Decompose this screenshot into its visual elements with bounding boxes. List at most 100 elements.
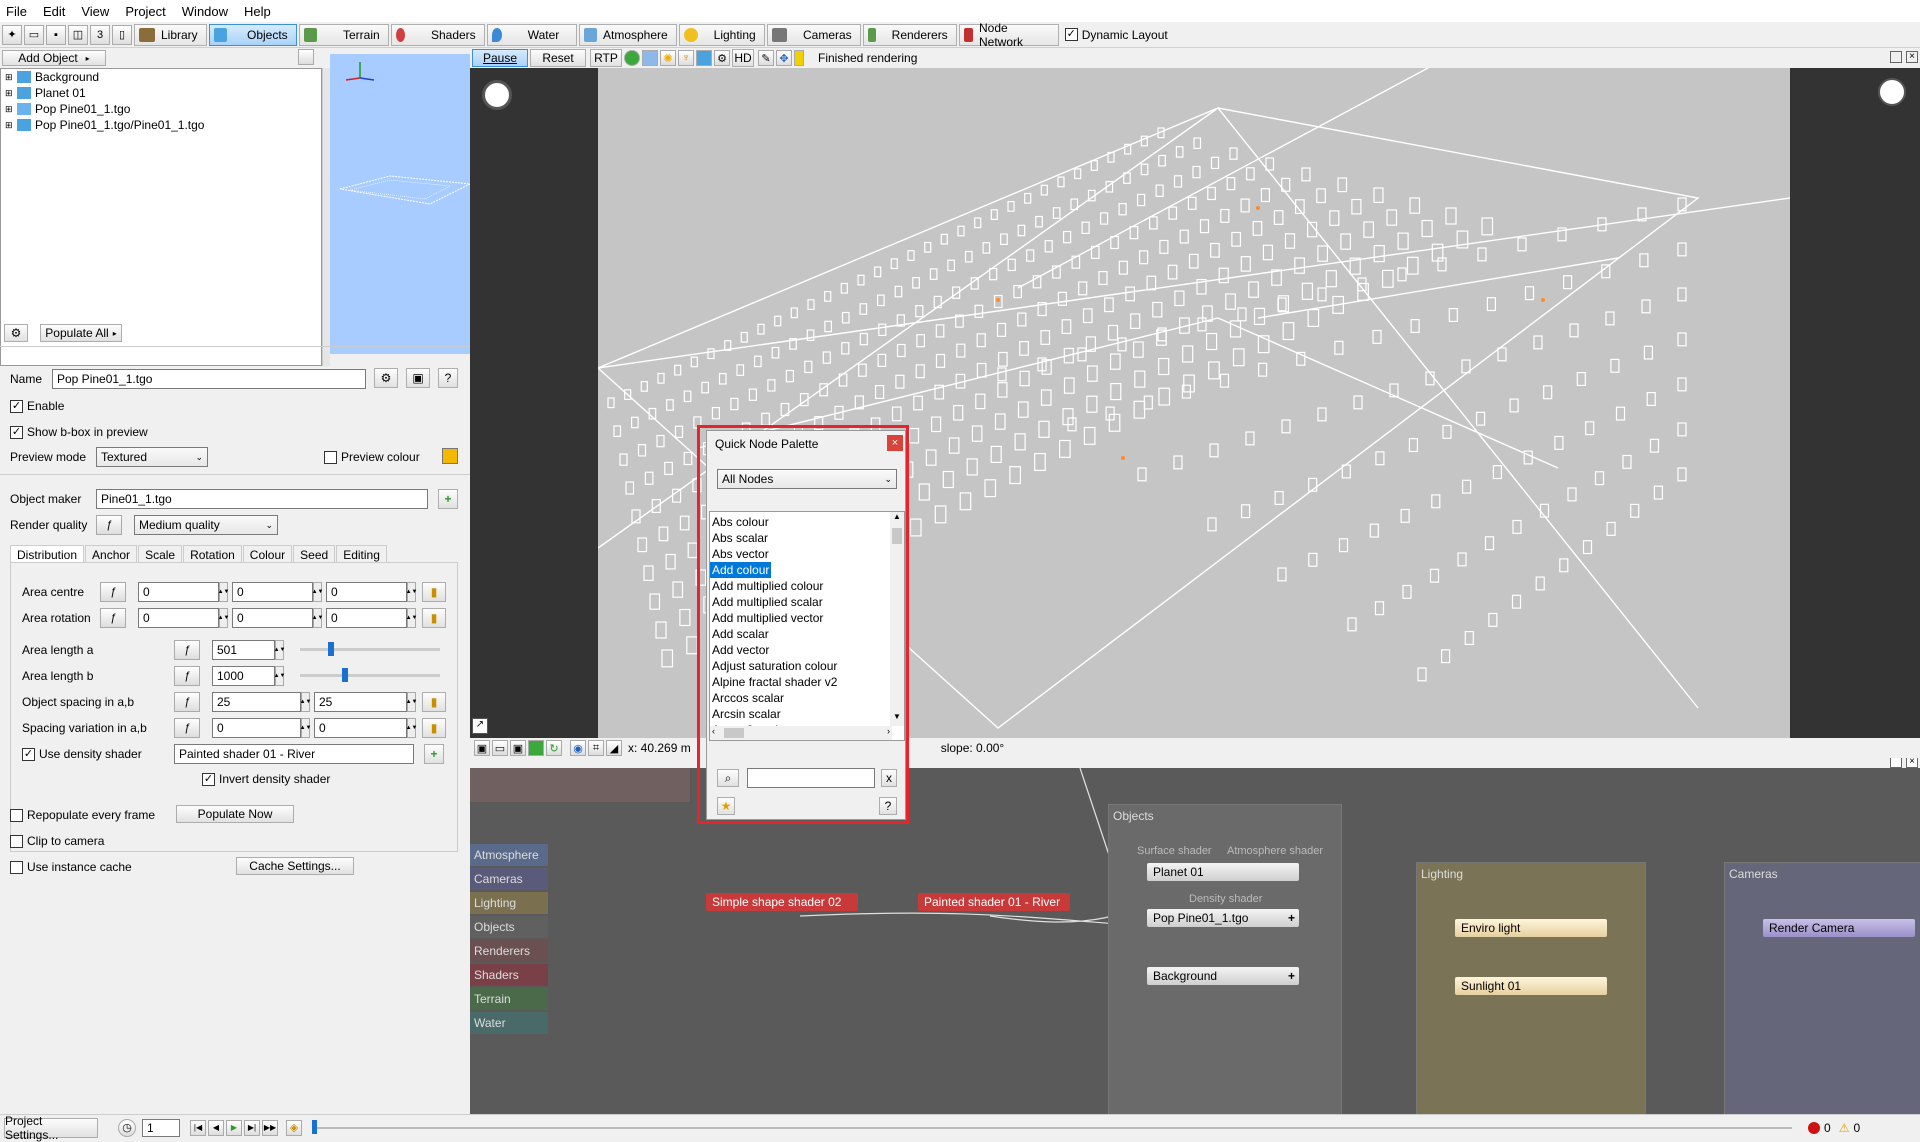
- next-frame-icon[interactable]: ▶|: [244, 1119, 260, 1136]
- clock-icon[interactable]: ◷: [118, 1118, 136, 1137]
- dynamic-layout-checkbox[interactable]: ✓: [1064, 28, 1078, 41]
- render-3d-icon[interactable]: 3: [90, 24, 110, 45]
- close-icon[interactable]: ×: [1906, 51, 1918, 63]
- function-icon[interactable]: ƒ: [174, 666, 200, 686]
- cache-settings-button[interactable]: Cache Settings...: [236, 857, 354, 875]
- add-icon[interactable]: +: [438, 489, 458, 509]
- menu-help[interactable]: Help: [244, 4, 271, 19]
- invert-density-checkbox[interactable]: ✓: [202, 772, 215, 786]
- area-length-a-slider[interactable]: [300, 648, 440, 651]
- view-icon[interactable]: ▣: [406, 368, 430, 388]
- function-icon[interactable]: ƒ: [100, 582, 126, 602]
- tree-item-background[interactable]: ⊞ Background: [1, 69, 321, 85]
- crop-icon[interactable]: ⌗: [588, 740, 604, 756]
- tree-item-planet[interactable]: ⊞ Planet 01: [1, 85, 321, 101]
- tab-atmosphere[interactable]: Atmosphere: [578, 23, 677, 46]
- brush-icon[interactable]: ✎: [758, 50, 774, 66]
- function-icon[interactable]: ƒ: [100, 608, 126, 628]
- splitter[interactable]: [322, 68, 330, 366]
- area-centre-z[interactable]: 0 ▲▼: [326, 582, 417, 602]
- tab-shaders[interactable]: Shaders: [390, 23, 485, 46]
- node-network-panel[interactable]: × Atmosphere Cameras Lighting Objects Re…: [470, 758, 1920, 1114]
- show-bbox-checkbox[interactable]: ✓: [10, 425, 23, 439]
- slider-handle[interactable]: [328, 642, 334, 656]
- tab-lighting[interactable]: Lighting: [678, 23, 765, 46]
- add-icon[interactable]: +: [424, 744, 444, 764]
- area-rotation-y[interactable]: 0 ▲▼: [232, 608, 323, 628]
- tab-terrain[interactable]: Terrain: [298, 23, 389, 46]
- use-density-checkbox[interactable]: ✓: [22, 747, 35, 761]
- area-length-b-field[interactable]: 1000 ▲▼: [212, 666, 285, 686]
- populate-now-button[interactable]: Populate Now: [176, 805, 294, 823]
- lock-icon[interactable]: ▮: [422, 692, 446, 712]
- variation-a-field[interactable]: 0 ▲▼: [212, 718, 311, 738]
- last-frame-icon[interactable]: ▶▶: [262, 1119, 278, 1136]
- timeline-slider[interactable]: [312, 1119, 1792, 1134]
- frame-input[interactable]: 1: [142, 1118, 180, 1137]
- sphere-icon[interactable]: [624, 50, 640, 66]
- render-viewport[interactable]: ↗: [470, 68, 1920, 738]
- tab-cameras[interactable]: Cameras: [766, 23, 861, 46]
- function-icon[interactable]: ƒ: [174, 640, 200, 660]
- warning-icon[interactable]: ⚠: [1839, 1121, 1850, 1135]
- area-rotation-x[interactable]: 0 ▲▼: [138, 608, 229, 628]
- dynamic-layout-toggle[interactable]: ✓ Dynamic Layout: [1064, 28, 1168, 42]
- lighting-preview-icon[interactable]: ♆: [678, 50, 694, 66]
- save-icon[interactable]: ▪: [46, 24, 66, 45]
- slope-icon[interactable]: ◢: [606, 740, 622, 756]
- terrain-preview-icon[interactable]: [642, 50, 658, 66]
- tree-item-pop-pine[interactable]: ⊞ Pop Pine01_1.tgo: [1, 101, 321, 117]
- menu-view[interactable]: View: [81, 4, 109, 19]
- tab-library[interactable]: Library: [134, 23, 207, 46]
- function-icon[interactable]: ƒ: [174, 718, 200, 738]
- instance-cache-row[interactable]: Use instance cache: [10, 860, 132, 874]
- render-quality-select[interactable]: Medium quality ⌄: [134, 515, 278, 535]
- split-view-icon[interactable]: ▯: [112, 24, 132, 45]
- tab-node-network[interactable]: Node Network: [958, 21, 1059, 49]
- node-background[interactable]: Background +: [1147, 967, 1299, 985]
- preview-colour-row[interactable]: Preview colour: [324, 450, 420, 464]
- first-frame-icon[interactable]: |◀: [190, 1119, 206, 1136]
- eye-icon[interactable]: ◉: [570, 740, 586, 756]
- green-icon[interactable]: [528, 740, 544, 756]
- node-simple-shape-shader[interactable]: Simple shape shader 02: [706, 893, 858, 911]
- cameras-group[interactable]: Cameras Render Camera: [1724, 862, 1920, 1114]
- menu-edit[interactable]: Edit: [43, 4, 65, 19]
- objects-preview-icon[interactable]: [696, 50, 712, 66]
- project-settings-button[interactable]: Project Settings...: [4, 1114, 98, 1142]
- colour-swatch[interactable]: [442, 448, 458, 464]
- expand-icon[interactable]: ⊞: [5, 120, 17, 131]
- area-centre-y[interactable]: 0 ▲▼: [232, 582, 323, 602]
- expand-icon[interactable]: ⊞: [5, 104, 17, 115]
- area-length-b-slider[interactable]: [300, 674, 440, 677]
- populate-all-button[interactable]: Populate All ▸: [40, 324, 122, 342]
- lighting-group[interactable]: Lighting Enviro light Sunlight 01: [1416, 862, 1646, 1114]
- tree-item-pine-child[interactable]: ⊞ Pop Pine01_1.tgo/Pine01_1.tgo: [1, 117, 321, 133]
- plus-icon[interactable]: +: [1288, 911, 1295, 925]
- render-icon[interactable]: ◫: [68, 24, 88, 45]
- instance-cache-checkbox[interactable]: [10, 860, 23, 874]
- node-pop-pine[interactable]: Pop Pine01_1.tgo +: [1147, 909, 1299, 927]
- show-bbox-row[interactable]: ✓ Show b-box in preview: [10, 425, 148, 439]
- panel-options-icon[interactable]: [298, 49, 314, 65]
- menu-project[interactable]: Project: [125, 4, 165, 19]
- gear-icon[interactable]: ⚙: [714, 50, 730, 66]
- tab-objects[interactable]: Objects: [208, 23, 297, 46]
- use-density-row[interactable]: ✓ Use density shader: [22, 747, 142, 761]
- atmosphere-preview-icon[interactable]: ✺: [660, 50, 676, 66]
- function-icon[interactable]: ƒ: [174, 692, 200, 712]
- camera-icon[interactable]: ▣: [474, 740, 490, 756]
- lock-icon[interactable]: ▮: [422, 608, 446, 628]
- view-gizmo-icon[interactable]: [482, 80, 512, 110]
- axis-toggle-icon[interactable]: ↗: [472, 718, 488, 734]
- slider-handle[interactable]: [342, 668, 348, 682]
- preview-mode-select[interactable]: Textured ⌄: [96, 447, 208, 467]
- node-painted-shader[interactable]: Painted shader 01 - River: [918, 893, 1070, 911]
- node-render-camera[interactable]: Render Camera: [1763, 919, 1915, 937]
- enable-row[interactable]: ✓ Enable: [10, 399, 64, 413]
- gear-icon[interactable]: ⚙: [374, 368, 398, 388]
- sun-direction-icon[interactable]: [1878, 78, 1906, 106]
- play-icon[interactable]: ▶: [226, 1119, 242, 1136]
- name-field[interactable]: Pop Pine01_1.tgo: [52, 369, 366, 389]
- help-icon[interactable]: ?: [438, 368, 458, 388]
